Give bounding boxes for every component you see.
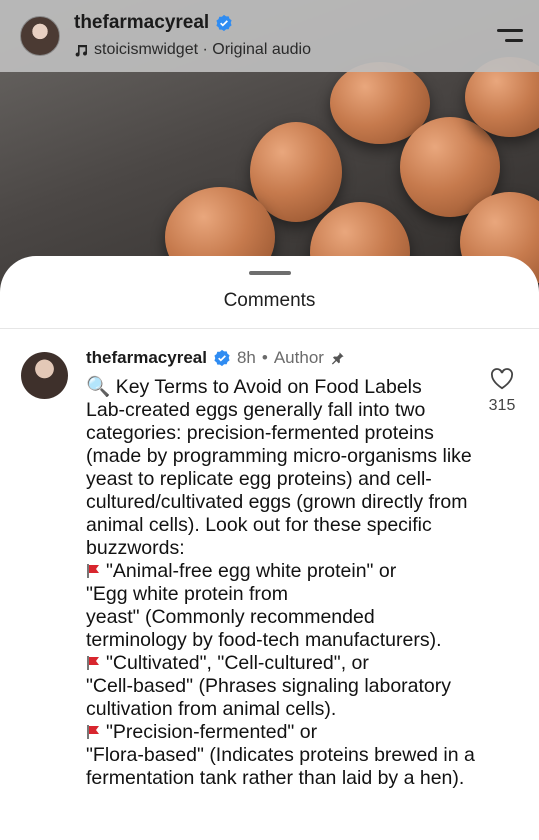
comment-time: 8h: [236, 348, 256, 367]
comment-line: "Animal-free egg white protein" or: [86, 560, 476, 583]
comment-username[interactable]: thefarmacyreal: [86, 348, 207, 368]
audio-label-text[interactable]: stoicismwidget · Original audio: [94, 41, 311, 59]
comment-paragraph: yeast" (Commonly recommended terminology…: [86, 606, 442, 651]
comments-sheet: Comments thefarmacyreal 8h • Author 🔍 Ke…: [0, 256, 539, 840]
comment-line: "Precision-fermented" or: [86, 721, 476, 744]
red-flag-icon: [87, 725, 99, 739]
comment-line-text: "Precision-fermented" or: [106, 721, 318, 743]
menu-icon[interactable]: [497, 28, 523, 44]
comment-header: thefarmacyreal 8h • Author: [86, 348, 345, 368]
video-background[interactable]: thefarmacyreal stoicismwidget · Original…: [0, 0, 539, 300]
like-count: 315: [488, 397, 516, 414]
drag-handle[interactable]: [249, 271, 291, 275]
comment-paragraph: "Flora-based" (Indicates proteins brewed…: [86, 744, 475, 789]
verified-badge-icon: [216, 14, 232, 32]
comment-paragraph: "Cell-based" (Phrases signaling laborato…: [86, 675, 452, 720]
comment-text: 🔍 Key Terms to Avoid on Food Labels Lab-…: [86, 376, 476, 790]
comment-avatar[interactable]: [21, 352, 68, 399]
comment-line-text: "Animal-free egg white protein" or: [106, 560, 397, 582]
heart-icon[interactable]: [490, 368, 514, 390]
pin-icon: [331, 351, 344, 364]
audio-label[interactable]: stoicismwidget · Original audio: [74, 41, 311, 59]
header-username-text[interactable]: thefarmacyreal: [74, 12, 209, 34]
reel-header: [0, 0, 539, 72]
comment-line: "Cultivated", "Cell-cultured", or: [86, 652, 476, 675]
meta-separator: •: [261, 348, 268, 367]
music-note-icon: [75, 45, 88, 57]
divider: [0, 328, 539, 329]
like-button[interactable]: 315: [486, 368, 518, 415]
red-flag-icon: [87, 564, 99, 578]
comment-line-text: "Cultivated", "Cell-cultured", or: [106, 652, 369, 674]
comment-line: 🔍 Key Terms to Avoid on Food Labels: [86, 376, 422, 398]
verified-badge-icon: [214, 349, 230, 367]
sheet-title: Comments: [223, 290, 316, 311]
red-flag-icon: [87, 656, 99, 670]
comment-paragraph: Lab-created eggs generally fall into two…: [86, 399, 472, 559]
avatar[interactable]: [20, 16, 60, 56]
header-username[interactable]: thefarmacyreal: [74, 12, 233, 34]
author-label: Author: [273, 348, 324, 367]
comment-line: "Egg white protein from: [86, 583, 289, 605]
